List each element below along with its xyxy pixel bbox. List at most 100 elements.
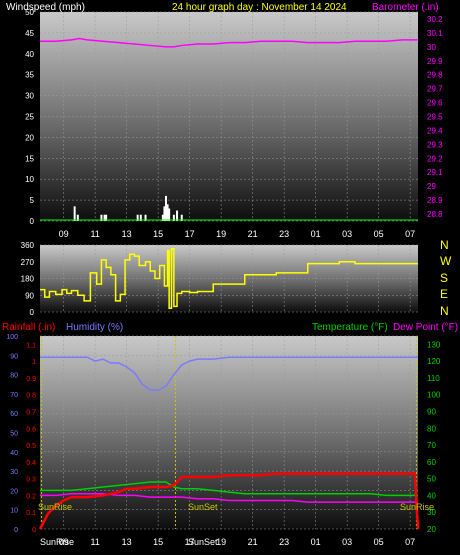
humidity-tick-label: 90 bbox=[10, 353, 18, 360]
x-tick-label-top: 13 bbox=[122, 229, 132, 239]
wind-tick-label: 30 bbox=[25, 92, 34, 101]
x-tick-label-top: 23 bbox=[279, 229, 289, 239]
rain-tick-label: 0.3 bbox=[26, 477, 36, 484]
wind-tick-label: 15 bbox=[25, 154, 34, 163]
x-tick-label-bottom: 01 bbox=[311, 537, 321, 547]
humidity-tick-label: 10 bbox=[10, 508, 18, 515]
compass-n-top: N bbox=[440, 238, 449, 252]
temperature-tick-label: 130 bbox=[427, 340, 441, 349]
wind-axis-title: Windspeed (mph) bbox=[6, 2, 85, 13]
x-tick-label-bottom: 19 bbox=[216, 537, 226, 547]
rain-tick-label: 0.8 bbox=[26, 393, 36, 400]
baro-tick-label: 29.3 bbox=[427, 140, 443, 149]
temperature-tick-label: 90 bbox=[427, 408, 436, 417]
x-tick-label-bottom: 07 bbox=[405, 537, 415, 547]
rain-tick-label: 0.4 bbox=[26, 460, 36, 467]
temperature-tick-label: 120 bbox=[427, 357, 441, 366]
direction-tick-label: 180 bbox=[21, 275, 35, 284]
x-tick-label-bottom: 05 bbox=[374, 537, 384, 547]
compass-e: E bbox=[440, 287, 448, 301]
temperature-tick-label: 50 bbox=[427, 475, 436, 484]
x-tick-label-bottom: 13 bbox=[122, 537, 132, 547]
baro-tick-label: 29.4 bbox=[427, 126, 443, 135]
baro-tick-label: 30.1 bbox=[427, 29, 443, 38]
direction-tick-label: 360 bbox=[21, 241, 35, 250]
temperature-tick-label: 40 bbox=[427, 491, 436, 500]
humidity-tick-label: 0 bbox=[14, 527, 18, 534]
baro-tick-label: 29 bbox=[427, 182, 436, 191]
weather-chart-canvas: Windspeed (mph) 24 hour graph day : Nove… bbox=[2, 2, 458, 547]
weather-graph: Windspeed (mph) 24 hour graph day : Nove… bbox=[0, 0, 460, 555]
baro-tick-label: 30.2 bbox=[427, 15, 443, 24]
baro-axis-title: Barometer (.in) bbox=[372, 2, 439, 13]
baro-tick-label: 29.2 bbox=[427, 154, 443, 163]
sunset-label: SunSet bbox=[188, 502, 218, 512]
x-tick-label-top: 21 bbox=[248, 229, 258, 239]
compass-w: W bbox=[440, 254, 452, 268]
baro-tick-label: 28.9 bbox=[427, 196, 443, 205]
wind-tick-label: 25 bbox=[25, 113, 34, 122]
temperature-axis-title: Temperature (°F) bbox=[312, 322, 388, 333]
temperature-tick-label: 80 bbox=[427, 424, 436, 433]
direction-tick-label: 0 bbox=[30, 308, 35, 317]
x-tick-label-top: 17 bbox=[185, 229, 195, 239]
humidity-tick-label: 30 bbox=[10, 469, 18, 476]
baro-tick-label: 28.8 bbox=[427, 210, 443, 219]
humidity-tick-label: 20 bbox=[10, 488, 18, 495]
temperature-tick-label: 60 bbox=[427, 458, 436, 467]
x-tick-label-bottom: 15 bbox=[153, 537, 163, 547]
x-tick-label-bottom: 21 bbox=[248, 537, 258, 547]
baro-tick-label: 29.8 bbox=[427, 71, 443, 80]
direction-tick-label: 270 bbox=[21, 258, 35, 267]
x-tick-label-bottom: 03 bbox=[342, 537, 352, 547]
rain-tick-label: 0.9 bbox=[26, 376, 36, 383]
sunrise-label: SunRise bbox=[38, 502, 72, 512]
rain-axis-title: Rainfall (.in) bbox=[2, 322, 55, 333]
wind-tick-label: 0 bbox=[30, 217, 35, 226]
x-tick-label-top: 03 bbox=[342, 229, 352, 239]
wind-tick-label: 45 bbox=[25, 29, 34, 38]
x-tick-label-bottom: 11 bbox=[90, 537, 99, 547]
temperature-tick-label: 70 bbox=[427, 441, 436, 450]
dewpoint-axis-title: Dew Point (°F) bbox=[393, 322, 458, 333]
x-tick-label-bottom: 23 bbox=[279, 537, 289, 547]
x-tick-label-top: 11 bbox=[90, 229, 99, 239]
rain-tick-label: 0.1 bbox=[26, 510, 36, 517]
rain-tick-label: 0 bbox=[32, 527, 36, 534]
wind-tick-label: 40 bbox=[25, 50, 34, 59]
humidity-tick-label: 70 bbox=[10, 392, 18, 399]
baro-tick-label: 29.1 bbox=[427, 168, 443, 177]
humidity-tick-label: 100 bbox=[6, 334, 18, 341]
rain-tick-label: 1.1 bbox=[26, 342, 36, 349]
compass-n-bottom: N bbox=[440, 304, 449, 318]
direction-tick-label: 90 bbox=[25, 291, 34, 300]
sunrise-axis-label: SunRise bbox=[40, 537, 74, 547]
sunrise-next-label: SunRise bbox=[400, 502, 434, 512]
x-tick-label-top: 07 bbox=[405, 229, 415, 239]
x-tick-label-top: 01 bbox=[311, 229, 321, 239]
x-tick-label-top: 09 bbox=[59, 229, 69, 239]
temperature-tick-label: 100 bbox=[427, 391, 441, 400]
x-tick-label-top: 15 bbox=[153, 229, 163, 239]
wind-tick-label: 50 bbox=[25, 8, 34, 17]
rain-tick-label: 1 bbox=[32, 359, 36, 366]
baro-tick-label: 29.6 bbox=[427, 99, 443, 108]
wind-tick-label: 5 bbox=[30, 196, 35, 205]
temperature-tick-label: 110 bbox=[427, 374, 440, 383]
sunset-axis-label: SunSet bbox=[188, 537, 218, 547]
rain-tick-label: 0.5 bbox=[26, 443, 36, 450]
humidity-tick-label: 50 bbox=[10, 431, 18, 438]
wind-tick-label: 20 bbox=[25, 133, 34, 142]
wind-tick-label: 10 bbox=[25, 175, 34, 184]
baro-tick-label: 29.7 bbox=[427, 85, 443, 94]
wind-tick-label: 35 bbox=[25, 71, 34, 80]
temperature-tick-label: 20 bbox=[427, 525, 436, 534]
chart-title: 24 hour graph day : November 14 2024 bbox=[172, 2, 347, 13]
baro-tick-label: 29.5 bbox=[427, 113, 443, 122]
humidity-tick-label: 80 bbox=[10, 373, 18, 380]
humidity-axis-title: Humidity (%) bbox=[66, 322, 123, 333]
humidity-tick-label: 60 bbox=[10, 411, 18, 418]
x-tick-label-top: 05 bbox=[374, 229, 384, 239]
x-tick-label-top: 19 bbox=[216, 229, 226, 239]
rain-tick-label: 0.6 bbox=[26, 426, 36, 433]
